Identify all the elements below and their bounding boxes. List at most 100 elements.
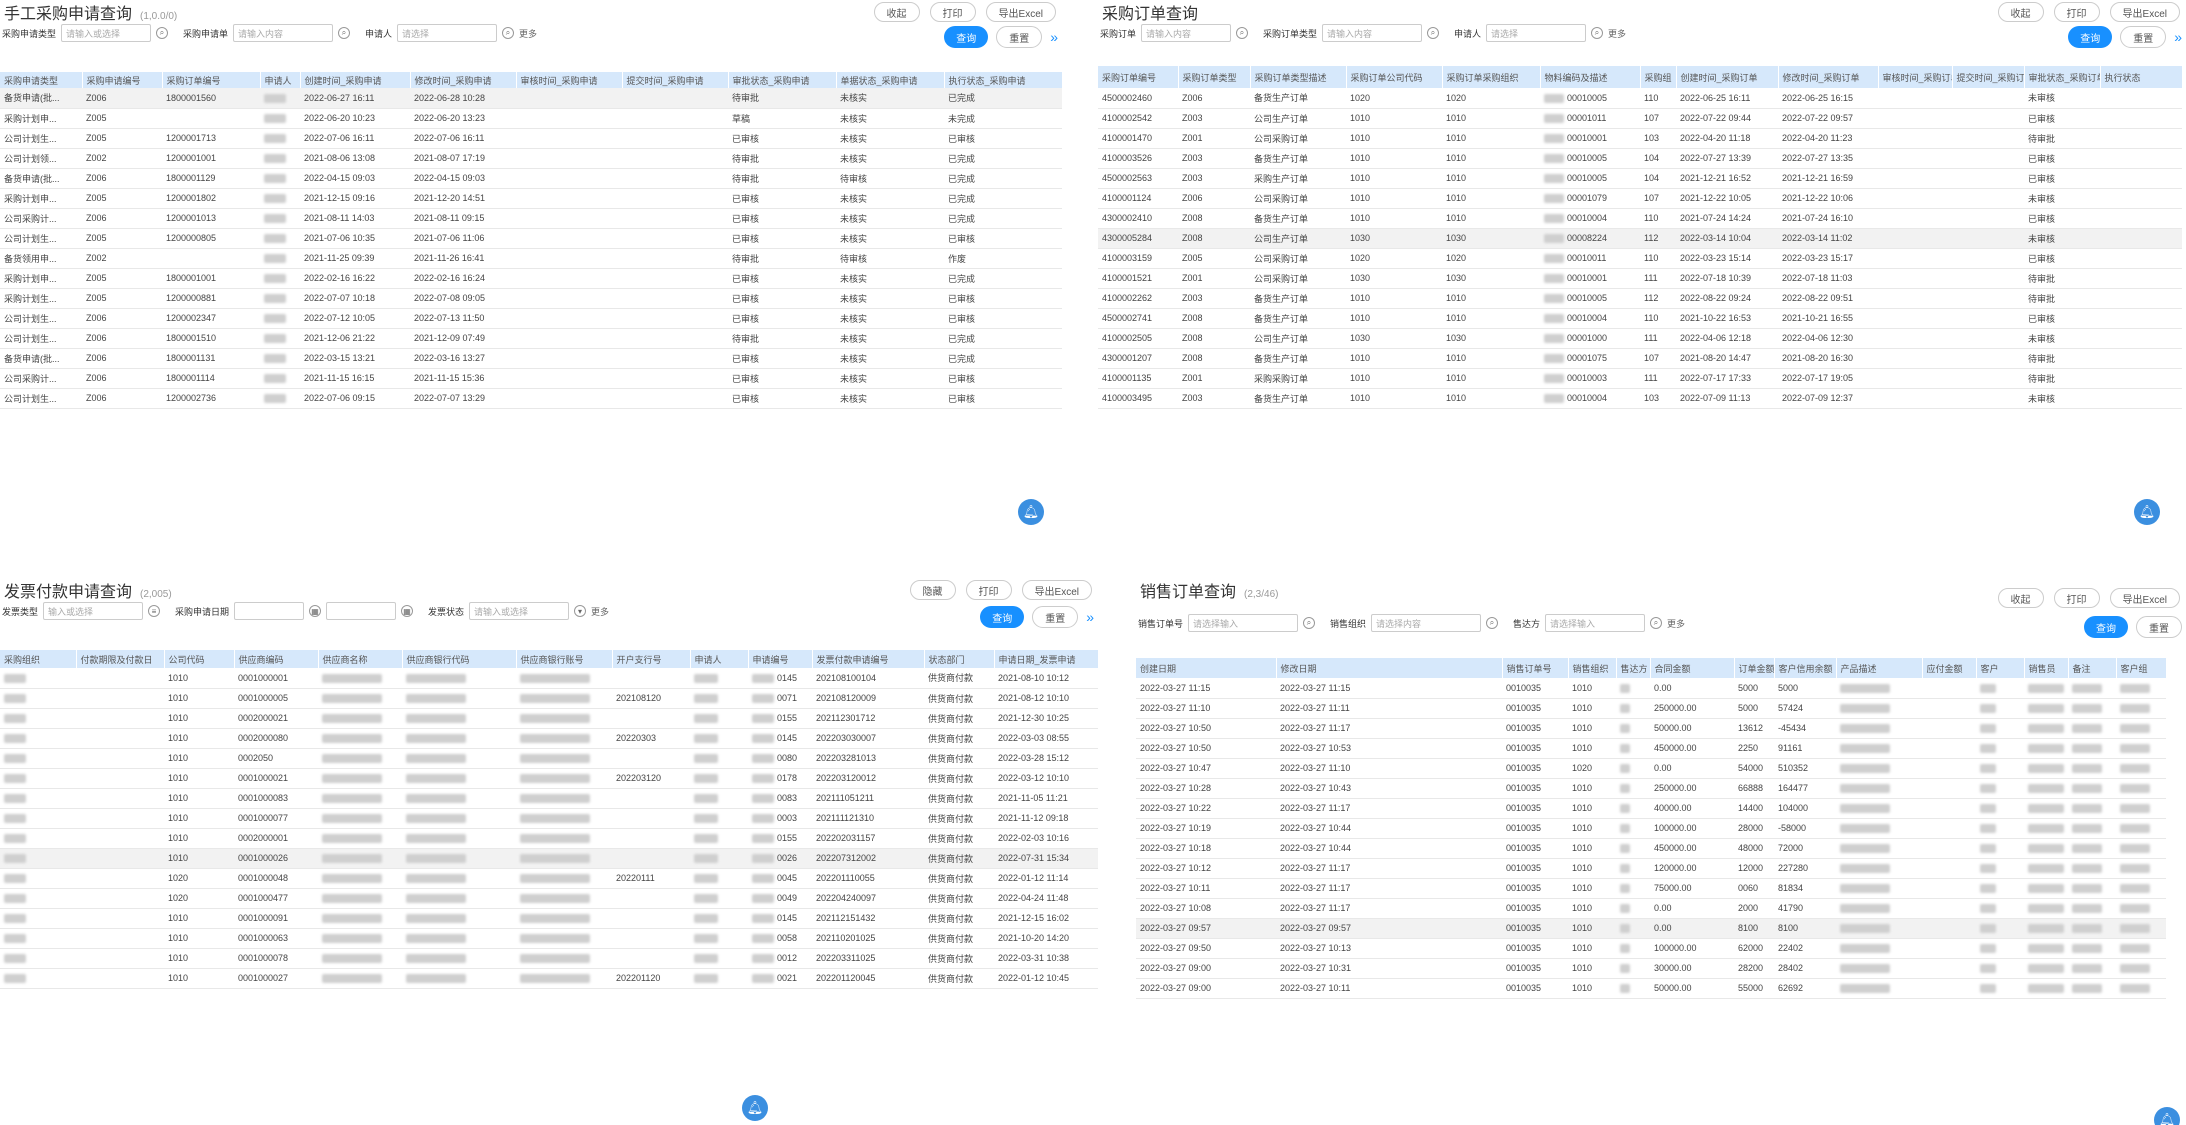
more-filters-toggle[interactable]: 更多: [519, 27, 537, 40]
reset-button[interactable]: 重置: [996, 26, 1043, 48]
search-icon[interactable]: ⌕: [1650, 617, 1663, 629]
table-row[interactable]: 4100003526 Z003 备货生产订单 1010 1010 00010005 104 2…: [1098, 148, 2182, 169]
table-row[interactable]: 1020 0001000048 20220111 0045 202201110055 供货…: [0, 868, 1098, 889]
table-row[interactable]: 4300001207 Z008 备货生产订单 1010 1010 00001075 107 2…: [1098, 348, 2182, 369]
export-excel-button[interactable]: 导出Excel: [985, 2, 1056, 22]
filter-input[interactable]: 请选择: [1486, 24, 1587, 42]
bell-icon[interactable]: 🔔︎: [1018, 499, 1044, 525]
calendar-icon[interactable]: ▦: [401, 605, 414, 617]
column-header[interactable]: 付款期限及付款日: [76, 650, 165, 668]
table-row[interactable]: 4100002505 Z008 公司生产订单 1030 1030 00001000 111 2…: [1098, 328, 2182, 349]
column-header[interactable]: 售达方: [1616, 658, 1651, 678]
column-header[interactable]: 采购组织: [0, 650, 77, 668]
column-header[interactable]: 单据状态_采购申请: [836, 72, 945, 88]
column-header[interactable]: 合同金额: [1650, 658, 1735, 678]
column-header[interactable]: 采购申请编号: [82, 72, 163, 88]
column-header[interactable]: 客户信用余额: [1774, 658, 1837, 678]
query-button[interactable]: 查询: [2084, 616, 2128, 638]
date-end-input[interactable]: [326, 602, 397, 620]
column-header[interactable]: 审批状态_采购申请: [728, 72, 837, 88]
table-row[interactable]: 4100002542 Z003 公司生产订单 1010 1010 00001011 107 2…: [1098, 108, 2182, 129]
filter-input[interactable]: 请输入内容: [1141, 24, 1232, 42]
column-header[interactable]: 采购订单编号: [162, 72, 261, 88]
print-button[interactable]: 打印: [2053, 2, 2100, 22]
filter-input[interactable]: 请选择: [397, 24, 498, 42]
column-header[interactable]: 客户组: [2116, 658, 2167, 678]
table-row[interactable]: 1010 0002000001 0155 202202031157 供货商付款 2022-…: [0, 828, 1098, 849]
table-row[interactable]: 公司计划生... Z005 1200001713 2022-07-06 16:11 20…: [0, 128, 1062, 149]
filter-input[interactable]: 请输入或选择: [469, 602, 570, 620]
column-header[interactable]: 申请人: [690, 650, 749, 668]
table-row[interactable]: 1010 0001000026 0026 202207312002 供货商付款 2022-…: [0, 848, 1098, 869]
column-header[interactable]: 采购订单公司代码: [1346, 66, 1443, 88]
double-chevron-right-icon[interactable]: »: [1086, 609, 1094, 625]
table-row[interactable]: 2022-03-27 10:18 2022-03-27 10:44 0010035 1…: [1136, 838, 2166, 859]
table-row[interactable]: 1010 0002000021 0155 202112301712 供货商付款 2021-…: [0, 708, 1098, 729]
table-row[interactable]: 1010 0001000021 202203120 0178 202203120012 供…: [0, 768, 1098, 789]
column-header[interactable]: 创建日期: [1136, 658, 1277, 678]
table-row[interactable]: 公司计划生... Z006 1200002347 2022-07-12 10:05 20…: [0, 308, 1062, 329]
column-header[interactable]: 销售员: [2024, 658, 2069, 678]
column-header[interactable]: 采购申请类型: [0, 72, 83, 88]
column-header[interactable]: 公司代码: [164, 650, 235, 668]
table-row[interactable]: 2022-03-27 10:47 2022-03-27 11:10 0010035 1…: [1136, 758, 2166, 779]
table-row[interactable]: 1010 0001000083 0083 202111051211 供货商付款 2021-…: [0, 788, 1098, 809]
column-header[interactable]: 执行状态: [2100, 66, 2183, 88]
export-excel-button[interactable]: 导出Excel: [2109, 2, 2180, 22]
search-icon[interactable]: ⌕: [1591, 27, 1604, 39]
table-row[interactable]: 2022-03-27 09:00 2022-03-27 10:31 0010035 1…: [1136, 958, 2166, 979]
table-row[interactable]: 公司计划生... Z006 1200002736 2022-07-06 09:15 20…: [0, 388, 1062, 409]
table-row[interactable]: 1010 0001000027 202201120 0021 202201120045 供…: [0, 968, 1098, 989]
column-header[interactable]: 备注: [2068, 658, 2117, 678]
table-row[interactable]: 2022-03-27 10:50 2022-03-27 11:17 0010035 1…: [1136, 718, 2166, 739]
table-row[interactable]: 4100001521 Z001 公司采购订单 1030 1030 00010001 111 2…: [1098, 268, 2182, 289]
column-header[interactable]: 供应商名称: [318, 650, 403, 668]
search-icon[interactable]: ⌕: [1486, 617, 1499, 629]
search-icon[interactable]: ⌕: [1427, 27, 1440, 39]
column-header[interactable]: 创建时间_采购订单: [1676, 66, 1779, 88]
export-excel-button[interactable]: 导出Excel: [2109, 588, 2180, 608]
table-row[interactable]: 4100003495 Z003 备货生产订单 1010 1010 00010004 103 2…: [1098, 388, 2182, 409]
table-row[interactable]: 采购计划生... Z005 1200000881 2022-07-07 10:18 20…: [0, 288, 1062, 309]
column-header[interactable]: 修改时间_采购申请: [410, 72, 517, 88]
column-header[interactable]: 采购订单采购组织: [1442, 66, 1541, 88]
filter-input[interactable]: 输入或选择: [43, 602, 144, 620]
table-row[interactable]: 公司计划生... Z006 1800001510 2021-12-06 21:22 20…: [0, 328, 1062, 349]
table-row[interactable]: 2022-03-27 11:15 2022-03-27 11:15 0010035 1…: [1136, 678, 2166, 699]
table-row[interactable]: 采购计划申... Z005 2022-06-20 10:23 2022-06-20 1…: [0, 108, 1062, 129]
table-row[interactable]: 备货申请(批... Z006 1800001560 2022-06-27 16:11 2…: [0, 88, 1062, 109]
column-header[interactable]: 状态部门: [924, 650, 995, 668]
filter-input[interactable]: 请输入内容: [1322, 24, 1423, 42]
print-button[interactable]: 打印: [929, 2, 976, 22]
reset-button[interactable]: 重置: [2136, 616, 2182, 638]
more-filters-toggle[interactable]: 更多: [591, 605, 609, 618]
column-header[interactable]: 物料编码及描述: [1540, 66, 1641, 88]
table-row[interactable]: 1020 0001000477 0049 202204240097 供货商付款 2022-…: [0, 888, 1098, 909]
column-header[interactable]: 销售组织: [1568, 658, 1617, 678]
list-icon[interactable]: ≡: [148, 605, 161, 617]
column-header[interactable]: 执行状态_采购申请: [944, 72, 1062, 88]
search-icon[interactable]: ⌕: [338, 27, 351, 39]
table-row[interactable]: 2022-03-27 10:22 2022-03-27 11:17 0010035 1…: [1136, 798, 2166, 819]
table-row[interactable]: 公司计划生... Z005 1200000805 2021-07-06 10:35 20…: [0, 228, 1062, 249]
bell-icon[interactable]: 🔔︎: [2134, 499, 2160, 525]
column-header[interactable]: 采购订单编号: [1098, 66, 1179, 88]
column-header[interactable]: 产品描述: [1836, 658, 1923, 678]
table-row[interactable]: 4500002741 Z008 备货生产订单 1010 1010 00010004 110 2…: [1098, 308, 2182, 329]
collapse-button[interactable]: 收起: [1997, 2, 2044, 22]
table-row[interactable]: 采购计划申... Z005 1800001001 2022-02-16 16:22 20…: [0, 268, 1062, 289]
filter-input[interactable]: 请选择输入: [1545, 614, 1646, 632]
table-row[interactable]: 2022-03-27 09:50 2022-03-27 10:13 0010035 1…: [1136, 938, 2166, 959]
table-row[interactable]: 1010 0002000080 20220303 0145 202203030007 供货…: [0, 728, 1098, 749]
search-icon[interactable]: ⌕: [502, 27, 515, 39]
chevron-down-icon[interactable]: ▾: [574, 605, 587, 617]
table-row[interactable]: 1010 0001000077 0003 202111121310 供货商付款 2021-…: [0, 808, 1098, 829]
column-header[interactable]: 供应商编码: [234, 650, 319, 668]
collapse-button[interactable]: 收起: [873, 2, 920, 22]
table-row[interactable]: 1010 0001000001 0145 202108100104 供货商付款 2021-…: [0, 668, 1098, 689]
table-row[interactable]: 1010 0001000063 0058 202110201025 供货商付款 2021-…: [0, 928, 1098, 949]
column-header[interactable]: 创建时间_采购申请: [300, 72, 411, 88]
table-row[interactable]: 4300005284 Z008 公司生产订单 1030 1030 00008224 112 2…: [1098, 228, 2182, 249]
print-button[interactable]: 打印: [2053, 588, 2100, 608]
table-row[interactable]: 4500002460 Z006 备货生产订单 1020 1020 00010005 110 2…: [1098, 88, 2182, 109]
